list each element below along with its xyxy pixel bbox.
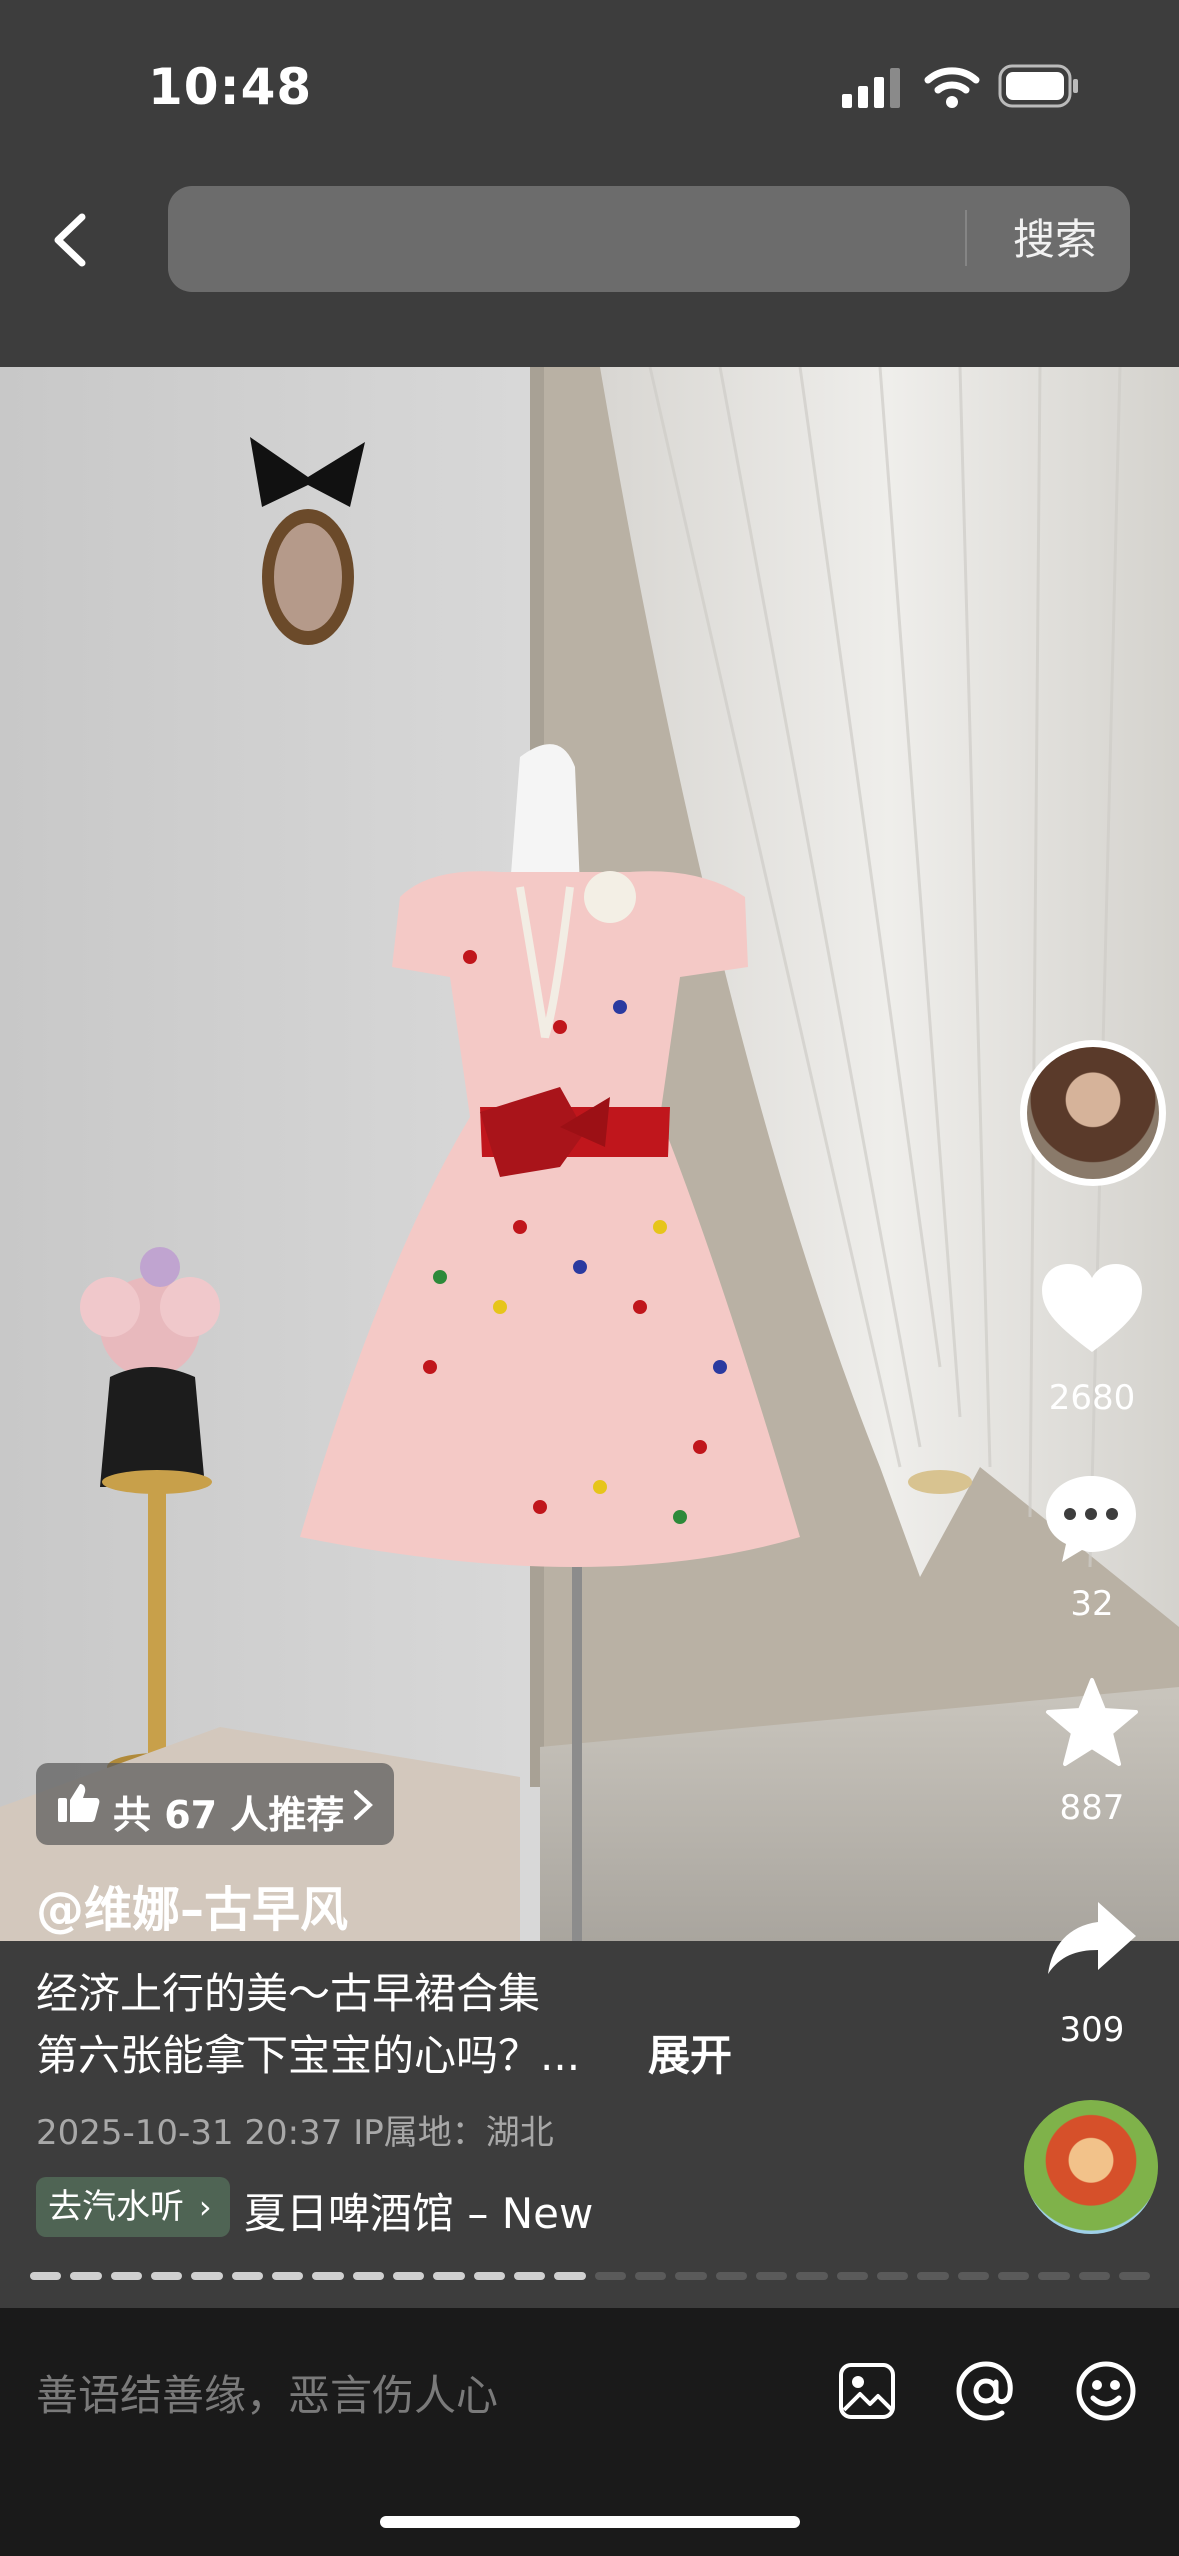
- progress-segment: [957, 2272, 989, 2280]
- signal-icon: [842, 68, 900, 108]
- description-line2: 第六张能拿下宝宝的心吗？...: [36, 2031, 581, 2080]
- share-button[interactable]: [1046, 1898, 1138, 1978]
- home-indicator: [380, 2516, 800, 2528]
- progress-segment: [191, 2272, 223, 2280]
- author-avatar[interactable]: [1020, 1040, 1166, 1186]
- progress-segment: [554, 2272, 586, 2280]
- chevron-right-icon: [354, 1790, 373, 1820]
- progress-segment: [392, 2272, 425, 2280]
- progress-segment: [796, 2272, 828, 2280]
- status-time: 10:48: [148, 58, 313, 116]
- progress-segment: [473, 2272, 505, 2280]
- progress-segment: [755, 2272, 788, 2280]
- chevron-right-icon: ›: [198, 2188, 212, 2226]
- progress-segment: [997, 2272, 1030, 2280]
- thumbs-up-icon: [58, 1784, 100, 1822]
- progress-segment: [1078, 2272, 1110, 2280]
- favorite-button[interactable]: [1044, 1676, 1140, 1768]
- emoji-icon[interactable]: [1075, 2360, 1137, 2422]
- progress-segment: [110, 2272, 142, 2280]
- heart-icon: [1042, 1264, 1142, 1352]
- recommend-text: 共 67 人推荐: [113, 1793, 345, 1837]
- search-button[interactable]: 搜索: [990, 210, 1120, 270]
- post-image[interactable]: [0, 367, 1179, 1941]
- music-cover[interactable]: [1024, 2100, 1158, 2234]
- progress-segment: [231, 2272, 263, 2280]
- progress-segment: [433, 2272, 465, 2280]
- author-name[interactable]: @维娜–古早风: [36, 1870, 348, 1940]
- progress-segment: [70, 2272, 102, 2280]
- progress-segment: [715, 2272, 747, 2280]
- description-line1: 经济上行的美～古早裙合集: [36, 1969, 541, 2018]
- progress-segment: [917, 2272, 949, 2280]
- back-icon: [54, 213, 86, 267]
- like-button[interactable]: [1040, 1262, 1144, 1356]
- at-icon[interactable]: [955, 2360, 1017, 2422]
- music-tag-button[interactable]: 去汽水听 ›: [36, 2177, 230, 2237]
- progress-segment: [513, 2272, 546, 2280]
- progress-segment: [312, 2272, 344, 2280]
- music-title[interactable]: 夏日啤酒馆 – New: [244, 2180, 593, 2241]
- search-input[interactable]: [168, 186, 1130, 292]
- search-divider: [965, 210, 967, 266]
- share-icon: [1048, 1902, 1136, 1974]
- progress-segment: [352, 2272, 384, 2280]
- progress-segment: [30, 2272, 62, 2280]
- progress-segment: [675, 2272, 707, 2280]
- share-count: 309: [1059, 2010, 1125, 2050]
- image-icon[interactable]: [838, 2362, 896, 2420]
- progress-segment: [1118, 2272, 1151, 2280]
- comment-icon: [1046, 1476, 1136, 1562]
- comment-input[interactable]: 善语结善缘，恶言伤人心: [36, 2362, 796, 2423]
- music-tag-label: 去汽水听: [48, 2187, 184, 2227]
- like-count: 2680: [1048, 1378, 1136, 1418]
- progress-segment: [836, 2272, 868, 2280]
- favorite-count: 887: [1059, 1788, 1125, 1828]
- comment-count: 32: [1070, 1584, 1114, 1624]
- star-icon: [1046, 1678, 1138, 1766]
- progress-segment: [876, 2272, 909, 2280]
- progress-segment: [634, 2272, 667, 2280]
- comment-button[interactable]: [1042, 1472, 1140, 1566]
- progress-segment: [1038, 2272, 1070, 2280]
- back-button[interactable]: [40, 205, 100, 275]
- image-progress: [30, 2272, 1151, 2280]
- progress-segment: [150, 2272, 183, 2280]
- date-location: 2025-10-31 20:37 IP属地：湖北: [36, 2113, 554, 2153]
- expand-button[interactable]: 展开: [648, 2022, 732, 2083]
- progress-segment: [594, 2272, 626, 2280]
- battery-icon: [998, 64, 1078, 108]
- progress-segment: [271, 2272, 304, 2280]
- wifi-icon: [924, 67, 980, 108]
